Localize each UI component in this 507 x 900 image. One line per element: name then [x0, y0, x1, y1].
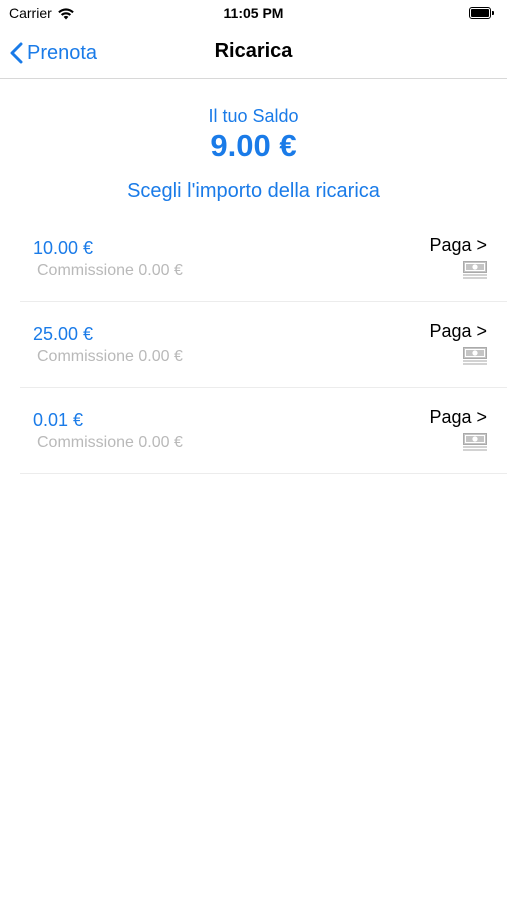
option-commission: Commissione 0.00 €: [37, 262, 183, 279]
pay-button[interactable]: Paga >: [429, 321, 487, 342]
cash-icon: [463, 433, 487, 451]
pay-button[interactable]: Paga >: [429, 235, 487, 256]
navigation-bar: Prenota Ricarica: [0, 28, 507, 79]
option-amount: 10.00 €: [33, 238, 94, 258]
page-title: Ricarica: [214, 40, 293, 62]
pay-button[interactable]: Paga >: [429, 407, 487, 428]
choose-amount-label: Scegli l'importo della ricarica: [127, 180, 380, 202]
cash-icon: [463, 261, 487, 279]
option-commission: Commissione 0.00 €: [37, 348, 183, 365]
battery-icon: [469, 7, 495, 19]
balance-label: Il tuo Saldo: [208, 106, 299, 126]
option-commission: Commissione 0.00 €: [37, 434, 183, 451]
status-bar: Carrier 11:05 PM: [0, 0, 507, 28]
recharge-options-list: 10.00 € Commissione 0.00 € Paga > 25.00 …: [20, 216, 507, 474]
option-amount: 25.00 €: [33, 324, 94, 344]
balance-value: 9.00 €: [210, 128, 297, 163]
recharge-option-row[interactable]: 0.01 € Commissione 0.00 € Paga >: [20, 388, 507, 474]
option-amount: 0.01 €: [33, 410, 84, 430]
cash-icon: [463, 347, 487, 365]
recharge-option-row[interactable]: 10.00 € Commissione 0.00 € Paga >: [20, 216, 507, 302]
status-time: 11:05 PM: [223, 5, 284, 21]
recharge-option-row[interactable]: 25.00 € Commissione 0.00 € Paga >: [20, 302, 507, 388]
